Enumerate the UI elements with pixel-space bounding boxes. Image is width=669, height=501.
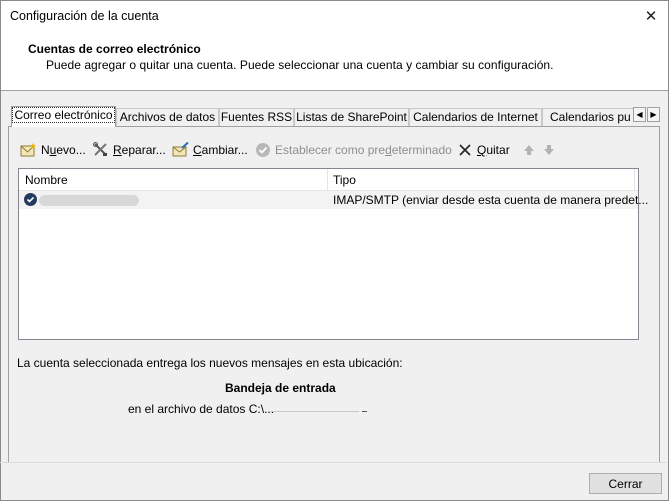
header-description: Puede agregar o quitar una cuenta. Puede… (46, 58, 554, 72)
tab-scroll-right-icon[interactable]: ▶ (647, 107, 660, 122)
tab-scroll-left-icon[interactable]: ◀ (633, 107, 646, 122)
redacted-path-end (362, 411, 367, 412)
data-file-path: en el archivo de datos C:\... (128, 402, 275, 416)
header-title: Cuentas de correo electrónico (28, 42, 201, 56)
column-header-name[interactable]: Nombre (25, 173, 68, 187)
tools-icon (92, 142, 110, 158)
account-type: IMAP/SMTP (enviar desde esta cuenta de m… (333, 193, 649, 207)
account-toolbar: Nu evo... Reparar... Cambiar... Establec… (18, 140, 638, 160)
change-settings-icon (172, 142, 190, 158)
repair-account-button[interactable]: Reparar... (92, 140, 166, 160)
move-down-button[interactable] (540, 140, 561, 160)
set-default-button[interactable]: Establecer como pre d eterminado (254, 140, 452, 160)
dialog-header: Cuentas de correo electrónico Puede agre… (1, 32, 668, 91)
close-x-icon (456, 142, 474, 158)
account-list[interactable]: Nombre Tipo IMAP/SMTP (enviar desde esta… (18, 168, 648, 340)
window-title: Configuración de la cuenta (10, 9, 159, 23)
redacted-path (271, 411, 359, 412)
default-account-icon (24, 193, 37, 206)
column-header-type[interactable]: Tipo (333, 173, 356, 187)
new-account-button[interactable]: Nu evo... (20, 140, 86, 160)
footer-divider (0, 462, 667, 463)
remove-account-button[interactable]: Quitar (456, 140, 510, 160)
tab-sharepoint-lists[interactable]: Listas de SharePoint (294, 108, 409, 127)
tab-published-calendars[interactable]: Calendarios pu (542, 108, 639, 127)
arrow-up-icon (520, 142, 538, 158)
close-window-button[interactable]: ✕ (640, 5, 662, 27)
column-divider[interactable] (327, 169, 328, 191)
tab-internet-calendars[interactable]: Calendarios de Internet (409, 108, 542, 127)
move-up-button[interactable] (520, 140, 541, 160)
delivery-location-label: La cuenta seleccionada entrega los nuevo… (17, 356, 403, 370)
new-mail-icon (20, 142, 38, 158)
tab-email[interactable]: Correo electrónico (11, 106, 116, 127)
tab-data-files[interactable]: Archivos de datos (116, 108, 219, 127)
tab-rss-feeds[interactable]: Fuentes RSS (219, 108, 294, 127)
checkmark-circle-icon (254, 142, 272, 158)
close-button[interactable]: Cerrar (589, 473, 662, 494)
arrow-down-icon (540, 142, 558, 158)
delivery-folder: Bandeja de entrada (225, 381, 336, 395)
list-header: Nombre Tipo (19, 169, 638, 191)
title-bar: Configuración de la cuenta ✕ (1, 1, 668, 32)
change-account-button[interactable]: Cambiar... (172, 140, 248, 160)
redacted-account-name (39, 195, 139, 206)
column-divider[interactable] (634, 169, 635, 191)
account-row[interactable]: IMAP/SMTP (enviar desde esta cuenta de m… (19, 191, 648, 209)
tab-strip: Correo electrónico Archivos de datos Fue… (9, 106, 639, 127)
